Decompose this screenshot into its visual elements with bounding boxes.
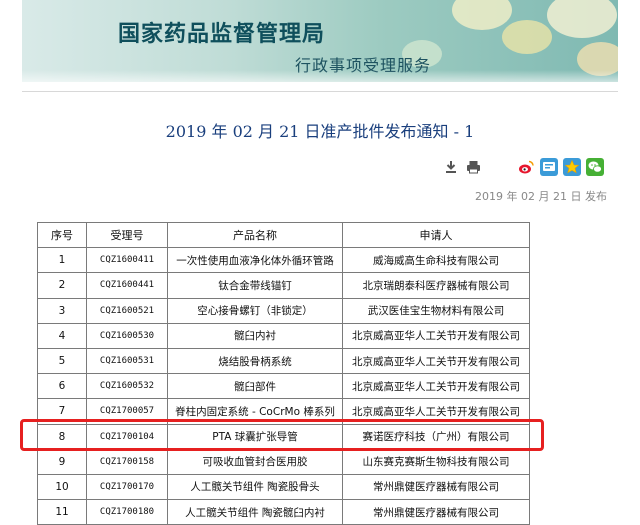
cell-product-name: 钛合金带线锚钉	[167, 272, 343, 299]
approval-table: 序号 受理号 产品名称 申请人 1 CQZ1600411 一次性使用血液净化体外循环…	[37, 221, 530, 525]
wechat-icon[interactable]	[586, 158, 604, 176]
cell-product-name: 髋臼部件	[167, 373, 343, 400]
col-header-acceptance-no: 受理号	[86, 221, 168, 249]
cell-index: 3	[37, 297, 87, 324]
table-row: 9 CQZ1700158 可吸收血管封合医用胶 山东赛克赛斯生物科技有限公司	[37, 448, 530, 475]
cell-applicant: 常州鼎健医疗器械有限公司	[342, 499, 530, 525]
cell-product-name: 人工髋关节组件 陶瓷髋臼内衬	[167, 499, 343, 525]
cell-applicant: 北京威高亚华人工关节开发有限公司	[342, 373, 530, 400]
table-row: 6 CQZ1600532 髋臼部件 北京威高亚华人工关节开发有限公司	[37, 373, 530, 400]
cell-index: 4	[37, 322, 87, 349]
cell-acceptance-no: CQZ1700158	[86, 448, 168, 475]
table-header-row: 序号 受理号 产品名称 申请人	[37, 221, 530, 249]
table-row: 5 CQZ1600531 烧结股骨柄系统 北京威高亚华人工关节开发有限公司	[37, 347, 530, 375]
print-icon[interactable]	[464, 158, 482, 176]
qq-zone-icon[interactable]	[540, 158, 558, 176]
cell-acceptance-no: CQZ1600441	[86, 272, 168, 299]
table-row: 2 CQZ1600441 钛合金带线锚钉 北京瑞朗泰科医疗器械有限公司	[37, 272, 530, 299]
page-title: 2019 年 02 月 21 日准产批件发布通知 - 1	[165, 122, 475, 141]
cell-applicant: 威海威高生命科技有限公司	[342, 247, 530, 274]
cell-applicant: 武汉医佳宝生物材料有限公司	[342, 297, 530, 324]
table-row: 11 CQZ1700180 人工髋关节组件 陶瓷髋臼内衬 常州鼎健医疗器械有限公司	[37, 499, 530, 525]
publish-date: 2019 年 02 月 21 日 发布	[475, 190, 607, 203]
cell-applicant: 北京威高亚华人工关节开发有限公司	[342, 347, 530, 375]
header-divider	[22, 91, 618, 92]
cell-product-name: 烧结股骨柄系统	[167, 347, 343, 375]
cell-acceptance-no: CQZ1600530	[86, 322, 168, 349]
cell-index: 2	[37, 272, 87, 299]
decorative-pill	[502, 20, 552, 54]
cell-applicant: 北京瑞朗泰科医疗器械有限公司	[342, 272, 530, 299]
cell-index: 9	[37, 448, 87, 475]
cell-product-name: 髋臼内衬	[167, 322, 343, 349]
weibo-icon[interactable]	[517, 158, 535, 176]
col-header-index: 序号	[37, 221, 87, 249]
decorative-pill	[547, 0, 617, 38]
download-icon[interactable]	[442, 158, 460, 176]
table-body: 1 CQZ1600411 一次性使用血液净化体外循环管路 威海威高生命科技有限公司 2 C…	[37, 247, 530, 525]
cell-acceptance-no: CQZ1600531	[86, 347, 168, 375]
article-toolbar	[0, 158, 640, 180]
highlight-box	[20, 419, 544, 451]
col-header-applicant: 申请人	[342, 221, 530, 249]
cell-product-name: 一次性使用血液净化体外循环管路	[167, 247, 343, 274]
cell-product-name: 空心接骨螺钉（非锁定）	[167, 297, 343, 324]
cell-product-name: 可吸收血管封合医用胶	[167, 448, 343, 475]
cell-index: 11	[37, 499, 87, 525]
favorite-star-icon[interactable]	[563, 158, 581, 176]
cell-applicant: 北京威高亚华人工关节开发有限公司	[342, 322, 530, 349]
table-row: 4 CQZ1600530 髋臼内衬 北京威高亚华人工关节开发有限公司	[37, 322, 530, 349]
cell-acceptance-no: CQZ1600532	[86, 373, 168, 400]
header-banner: 国家药品监督管理局 行政事项受理服务	[22, 0, 618, 82]
cell-applicant: 山东赛克赛斯生物科技有限公司	[342, 448, 530, 475]
cell-index: 1	[37, 247, 87, 274]
cell-acceptance-no: CQZ1700180	[86, 499, 168, 525]
cell-index: 6	[37, 373, 87, 400]
cell-index: 5	[37, 347, 87, 375]
table-row: 3 CQZ1600521 空心接骨螺钉（非锁定） 武汉医佳宝生物材料有限公司	[37, 297, 530, 324]
decorative-pill	[452, 0, 512, 30]
banner-shadow	[22, 70, 618, 82]
col-header-product-name: 产品名称	[167, 221, 343, 249]
table-row: 1 CQZ1600411 一次性使用血液净化体外循环管路 威海威高生命科技有限公司	[37, 247, 530, 274]
site-name: 国家药品监督管理局	[118, 21, 326, 47]
cell-acceptance-no: CQZ1600521	[86, 297, 168, 324]
cell-acceptance-no: CQZ1600411	[86, 247, 168, 274]
